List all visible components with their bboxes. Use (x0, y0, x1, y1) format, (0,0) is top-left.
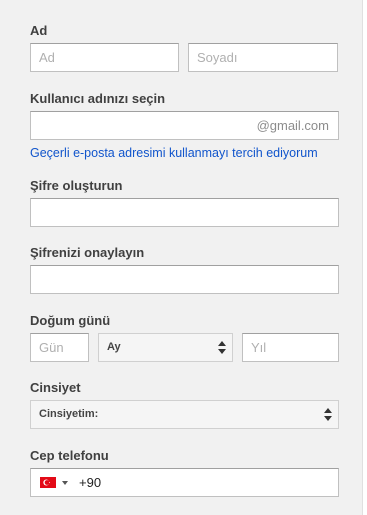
country-dropdown-caret-icon[interactable] (62, 481, 68, 485)
use-existing-email-link[interactable]: Geçerli e-posta adresimi kullanmayı terc… (30, 146, 318, 160)
phone-input[interactable]: +90 (30, 468, 339, 497)
confirm-password-input[interactable] (30, 265, 339, 294)
select-arrows-icon (324, 407, 332, 423)
gender-select[interactable]: Cinsiyetim: (30, 400, 339, 429)
gmail-suffix: @gmail.com (256, 118, 329, 133)
gender-label: Cinsiyet (30, 380, 81, 395)
first-name-placeholder: Ad (39, 50, 55, 65)
birth-day-placeholder: Gün (39, 340, 64, 355)
birth-day-input[interactable]: Gün (30, 333, 89, 362)
first-name-input[interactable]: Ad (30, 43, 179, 72)
birthday-label: Doğum günü (30, 313, 111, 328)
last-name-input[interactable]: Soyadı (188, 43, 338, 72)
last-name-placeholder: Soyadı (197, 50, 238, 65)
phone-label: Cep telefonu (30, 448, 109, 463)
username-input[interactable]: @gmail.com (30, 111, 339, 140)
birth-month-select[interactable]: Ay (98, 333, 233, 362)
signup-form: Ad Ad Soyadı Kullanıcı adınızı seçin @gm… (0, 0, 363, 515)
name-label: Ad (30, 23, 48, 38)
country-code: +90 (79, 475, 102, 490)
password-input[interactable] (30, 198, 339, 227)
birth-year-placeholder: Yıl (251, 340, 267, 355)
password-label: Şifre oluşturun (30, 178, 123, 193)
turkey-flag-icon[interactable] (40, 477, 56, 488)
select-arrows-icon (218, 340, 226, 356)
birth-year-input[interactable]: Yıl (242, 333, 339, 362)
birth-month-value: Ay (107, 341, 121, 353)
gender-value: Cinsiyetim: (39, 408, 99, 420)
confirm-password-label: Şifrenizi onaylayın (30, 245, 145, 260)
username-label: Kullanıcı adınızı seçin (30, 91, 166, 106)
